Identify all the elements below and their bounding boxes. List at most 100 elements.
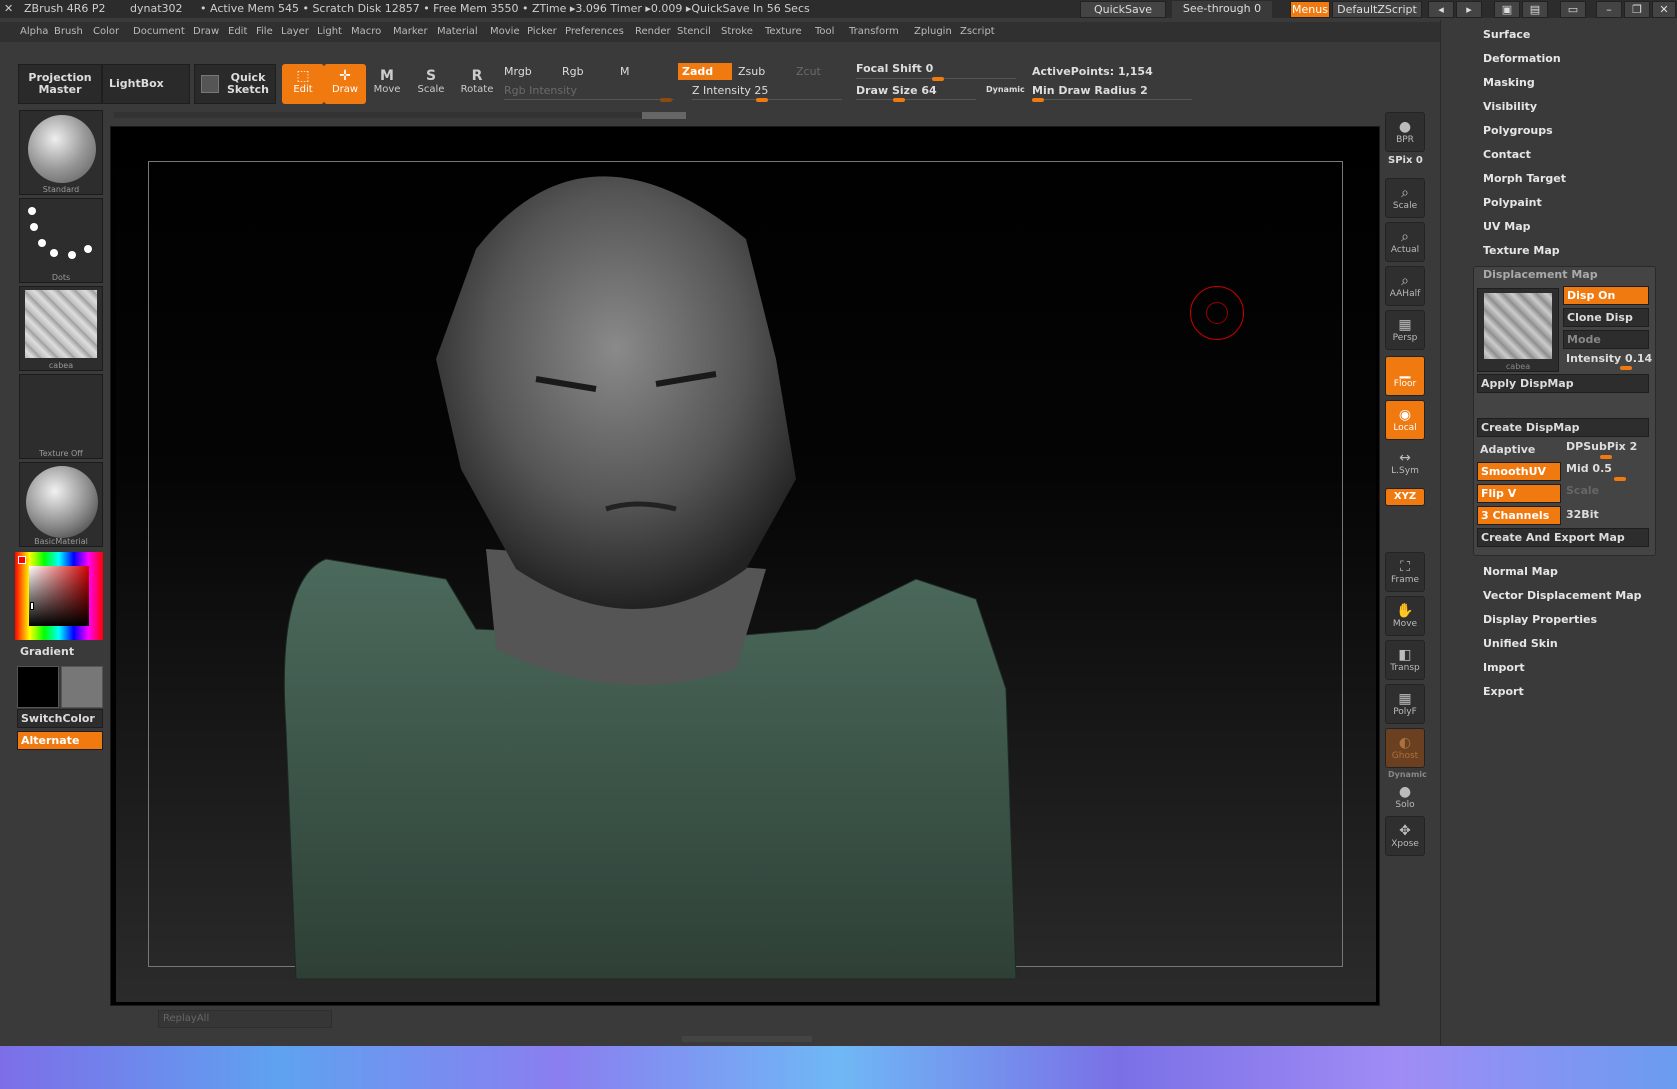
ghost-button[interactable]: ◐ Ghost — [1385, 728, 1425, 768]
min-draw-radius-knob[interactable] — [1032, 98, 1044, 102]
menu-transform[interactable]: Transform — [849, 26, 899, 37]
edit-button[interactable]: ⬚ Edit — [282, 64, 324, 104]
lsym-button[interactable]: ↔ L.Sym — [1385, 444, 1425, 484]
palette-display-properties[interactable]: Display Properties — [1483, 613, 1597, 626]
layout-prev-icon[interactable]: ◂ — [1428, 1, 1454, 18]
solo-button[interactable]: ● Solo — [1385, 778, 1425, 818]
zadd-button[interactable]: Zadd — [678, 63, 732, 80]
min-draw-radius-slider[interactable]: Min Draw Radius 2 — [1032, 84, 1148, 97]
dynamic-toggle[interactable]: Dynamic — [986, 85, 1025, 94]
z-intensity-knob[interactable] — [756, 98, 768, 102]
menu-tool[interactable]: Tool — [815, 26, 834, 37]
zscript-button[interactable]: DefaultZScript — [1332, 1, 1422, 18]
menu-color[interactable]: Color — [93, 26, 119, 37]
close-icon[interactable]: ✕ — [1652, 1, 1676, 18]
palette-normal-map[interactable]: Normal Map — [1483, 565, 1558, 578]
main-color-swatch[interactable] — [17, 666, 59, 708]
rgb-intensity-knob[interactable] — [660, 98, 672, 102]
persp-button[interactable]: ▦ Persp — [1385, 310, 1425, 350]
quick-sketch-button[interactable]: Quick Sketch — [194, 64, 276, 104]
xyz-button[interactable]: XYZ — [1385, 488, 1425, 506]
intensity-slider[interactable]: Intensity 0.14 — [1566, 352, 1652, 365]
document-canvas[interactable] — [116, 129, 1376, 1002]
palette-texture-map[interactable]: Texture Map — [1483, 244, 1560, 257]
ui-layout2-icon[interactable]: ▤ — [1522, 1, 1548, 18]
texture-thumbnail[interactable]: Texture Off — [19, 374, 103, 459]
palette-uv-map[interactable]: UV Map — [1483, 220, 1531, 233]
menu-brush[interactable]: Brush — [54, 26, 83, 37]
palette-morph-target[interactable]: Morph Target — [1483, 172, 1566, 185]
mrgb-button[interactable]: Mrgb — [504, 65, 532, 78]
palette-polypaint[interactable]: Polypaint — [1483, 196, 1542, 209]
gradient-toggle[interactable]: Gradient — [20, 645, 74, 658]
apply-dispmap-button[interactable]: Apply DispMap — [1477, 374, 1649, 393]
menu-stroke[interactable]: Stroke — [721, 26, 753, 37]
bpr-button[interactable]: ● BPR — [1385, 112, 1425, 152]
menu-render[interactable]: Render — [635, 26, 671, 37]
focal-shift-slider[interactable]: Focal Shift 0 — [856, 62, 933, 75]
menu-alpha[interactable]: Alpha — [20, 26, 48, 37]
rotate-button[interactable]: R Rotate — [456, 64, 498, 104]
displacement-map-title[interactable]: Displacement Map — [1483, 268, 1598, 281]
zsub-button[interactable]: Zsub — [738, 65, 765, 78]
menu-zplugin[interactable]: Zplugin — [914, 26, 952, 37]
color-square[interactable] — [29, 566, 89, 626]
top-scroll-handle[interactable] — [642, 112, 686, 119]
scale-view-button[interactable]: ⌕ Scale — [1385, 178, 1425, 218]
actual-button[interactable]: ⌕ Actual — [1385, 222, 1425, 262]
mode-button[interactable]: Mode — [1563, 330, 1649, 349]
rgb-intensity-slider[interactable]: Rgb Intensity — [504, 84, 577, 97]
palette-deformation[interactable]: Deformation — [1483, 52, 1561, 65]
flip-v-button[interactable]: Flip V — [1477, 484, 1561, 503]
menu-preferences[interactable]: Preferences — [565, 26, 624, 37]
focal-shift-knob[interactable] — [932, 77, 944, 81]
create-export-map-button[interactable]: Create And Export Map — [1477, 528, 1649, 547]
z-intensity-slider[interactable]: Z Intensity 25 — [692, 84, 768, 97]
transp-button[interactable]: ◧ Transp — [1385, 640, 1425, 680]
secondary-color-swatch[interactable] — [61, 666, 103, 708]
32bit-toggle[interactable]: 32Bit — [1566, 508, 1599, 521]
menu-light[interactable]: Light — [317, 26, 342, 37]
projection-master-button[interactable]: Projection Master — [18, 64, 102, 104]
palette-import[interactable]: Import — [1483, 661, 1525, 674]
color-picker[interactable] — [15, 552, 103, 640]
intensity-knob[interactable] — [1620, 366, 1632, 370]
lock-icon[interactable]: ▭ — [1560, 1, 1586, 18]
menu-zscript[interactable]: Zscript — [960, 26, 995, 37]
create-dispmap-button[interactable]: Create DispMap — [1477, 418, 1649, 437]
switchcolor-button[interactable]: SwitchColor — [17, 709, 103, 728]
bottom-tray-handle[interactable] — [682, 1036, 812, 1042]
alternate-button[interactable]: Alternate — [17, 731, 103, 750]
spix-slider[interactable]: SPix 0 — [1388, 155, 1423, 166]
local-button[interactable]: ◉ Local — [1385, 400, 1425, 440]
menu-layer[interactable]: Layer — [281, 26, 309, 37]
move-button[interactable]: M Move — [366, 64, 408, 104]
palette-unified-skin[interactable]: Unified Skin — [1483, 637, 1558, 650]
scale-slider[interactable]: Scale — [1566, 484, 1599, 497]
draw-button[interactable]: ✛ Draw — [324, 64, 366, 104]
alpha-thumbnail[interactable]: cabea — [19, 286, 103, 371]
menu-picker[interactable]: Picker — [527, 26, 557, 37]
zcut-button[interactable]: Zcut — [796, 65, 821, 78]
layout-next-icon[interactable]: ▸ — [1456, 1, 1482, 18]
palette-vector-displacement-map[interactable]: Vector Displacement Map — [1483, 589, 1642, 602]
menu-movie[interactable]: Movie — [490, 26, 520, 37]
menu-material[interactable]: Material — [437, 26, 478, 37]
material-thumbnail[interactable]: BasicMaterial — [19, 462, 103, 547]
mid-slider[interactable]: Mid 0.5 — [1566, 462, 1612, 475]
mid-knob[interactable] — [1614, 477, 1626, 481]
frame-button[interactable]: ⛶ Frame — [1385, 552, 1425, 592]
dispmap-thumbnail[interactable]: cabea — [1477, 288, 1559, 372]
restore-icon[interactable]: ❐ — [1624, 1, 1650, 18]
palette-export[interactable]: Export — [1483, 685, 1524, 698]
disp-on-button[interactable]: Disp On — [1563, 286, 1649, 305]
polyf-button[interactable]: ▦ PolyF — [1385, 684, 1425, 724]
palette-surface[interactable]: Surface — [1483, 28, 1530, 41]
floor-button[interactable]: ▁ Floor — [1385, 356, 1425, 396]
palette-masking[interactable]: Masking — [1483, 76, 1535, 89]
menu-texture[interactable]: Texture — [765, 26, 802, 37]
menu-macro[interactable]: Macro — [351, 26, 381, 37]
replay-all-button[interactable]: ReplayAll — [158, 1010, 332, 1028]
draw-size-slider[interactable]: Draw Size 64 — [856, 84, 937, 97]
ui-layout-icon[interactable]: ▣ — [1494, 1, 1520, 18]
